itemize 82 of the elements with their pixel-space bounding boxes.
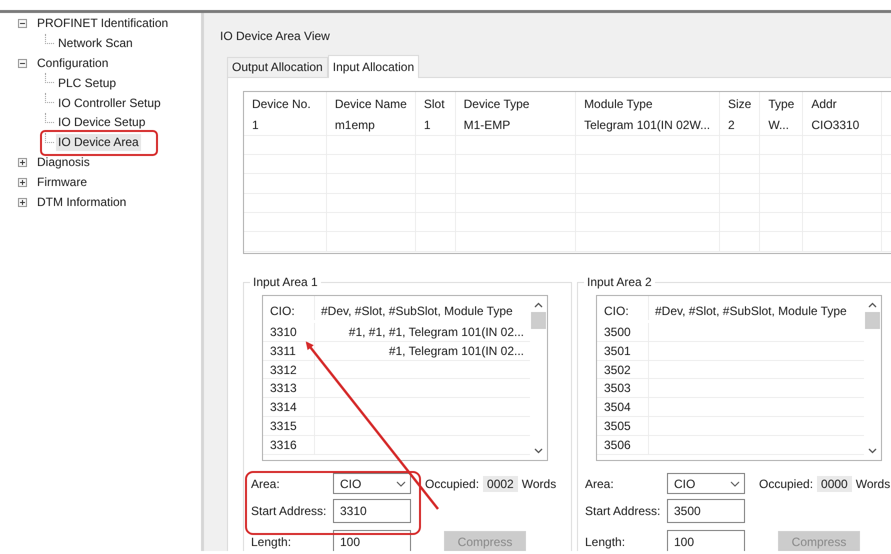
tree-item[interactable]: PROFINET Identification: [35, 15, 170, 32]
view-title: IO Device Area View: [220, 29, 331, 43]
list-cell[interactable]: 3501: [604, 342, 631, 360]
collapse-icon[interactable]: [18, 19, 27, 28]
column-header: CIO:: [270, 303, 295, 320]
tree-item[interactable]: DTM Information: [35, 194, 128, 211]
list-cell[interactable]: 3503: [604, 379, 631, 398]
expand-icon[interactable]: [18, 158, 27, 167]
start-address-field[interactable]: 3500: [667, 499, 745, 523]
expand-icon[interactable]: [18, 178, 27, 187]
tree-item[interactable]: IO Device Area: [56, 134, 141, 152]
field-label: Occupied:: [759, 476, 814, 492]
length-field[interactable]: 100: [667, 530, 745, 551]
tree-item[interactable]: Firmware: [35, 174, 89, 191]
caret-icon[interactable]: [396, 480, 406, 486]
area-dropdown[interactable]: CIO: [667, 473, 745, 494]
tree-item[interactable]: Diagnosis: [35, 154, 92, 171]
list-cell[interactable]: 3313: [270, 379, 297, 398]
column-header[interactable]: Device Type: [464, 97, 530, 111]
field-label: Occupied:: [425, 476, 480, 492]
scroll-thumb[interactable]: [531, 312, 546, 329]
field-label: Length:: [585, 534, 626, 551]
list-cell[interactable]: 3502: [604, 360, 631, 378]
table-cell: 2: [728, 118, 735, 132]
tree-item[interactable]: Network Scan: [56, 35, 135, 52]
column-header[interactable]: Device No.: [252, 97, 311, 111]
column-header: #Dev, #Slot, #SubSlot, Module Type: [320, 303, 514, 320]
occupied-value: 0000: [817, 476, 852, 492]
scroll-down-icon[interactable]: [534, 448, 543, 454]
column-header: #Dev, #Slot, #SubSlot, Module Type: [654, 303, 848, 320]
length-field[interactable]: 100: [333, 530, 411, 551]
tab[interactable]: Output Allocation: [227, 57, 328, 77]
field-label: Start Address:: [251, 503, 328, 520]
list-cell[interactable]: 3312: [270, 360, 297, 378]
group-title: Input Area 1: [252, 275, 319, 289]
table-cell: W...: [768, 118, 789, 132]
column-header[interactable]: Type: [768, 97, 794, 111]
list-cell[interactable]: 3506: [604, 436, 631, 454]
table-cell: 1: [252, 118, 259, 132]
table-cell: 1: [424, 118, 431, 132]
list-cell[interactable]: 3315: [270, 416, 297, 435]
unit-label: Words: [856, 476, 890, 492]
column-header[interactable]: Addr: [811, 97, 837, 111]
scroll-thumb[interactable]: [865, 312, 880, 329]
list-cell[interactable]: #1, Telegram 101(IN 02...: [388, 344, 524, 358]
field-label: Length:: [251, 534, 292, 551]
list-cell[interactable]: 3310: [270, 322, 297, 341]
tree-item[interactable]: IO Controller Setup: [56, 94, 163, 112]
tab[interactable]: Input Allocation: [328, 55, 420, 78]
scroll-up-icon[interactable]: [534, 302, 543, 308]
caret-icon[interactable]: [730, 480, 740, 486]
column-header[interactable]: Device Name: [334, 97, 407, 111]
table-cell: M1-EMP: [464, 118, 510, 132]
column-header[interactable]: Module Type: [584, 97, 653, 111]
collapse-icon[interactable]: [18, 58, 27, 68]
scroll-up-icon[interactable]: [868, 302, 877, 308]
table-cell: CIO3310: [811, 118, 860, 132]
list-cell[interactable]: 3314: [270, 398, 297, 416]
start-address-field[interactable]: 3310: [333, 499, 411, 523]
field-label: Area:: [251, 476, 281, 492]
tree-item[interactable]: Configuration: [35, 54, 110, 72]
column-header[interactable]: Slot: [424, 97, 445, 111]
occupied-value: 0002: [483, 476, 518, 492]
group-title: Input Area 2: [586, 275, 653, 289]
list-cell[interactable]: 3500: [604, 322, 631, 341]
list-cell[interactable]: 3316: [270, 436, 297, 454]
unit-label: Words: [522, 476, 556, 492]
field-label: Start Address:: [585, 503, 662, 520]
area-dropdown[interactable]: CIO: [333, 473, 411, 494]
column-header[interactable]: Size: [728, 97, 752, 111]
column-header: CIO:: [604, 303, 629, 320]
scroll-down-icon[interactable]: [868, 448, 877, 454]
list-cell[interactable]: 3505: [604, 416, 631, 435]
list-cell[interactable]: 3504: [604, 398, 631, 416]
field-label: Area:: [585, 476, 615, 492]
expand-icon[interactable]: [18, 198, 27, 207]
list-cell[interactable]: #1, #1, #1, Telegram 101(IN 02...: [348, 324, 524, 339]
list-cell[interactable]: 3311: [270, 342, 296, 360]
table-cell: Telegram 101(IN 02W...: [584, 118, 710, 132]
tree-item[interactable]: IO Device Setup: [56, 114, 148, 132]
tree-item[interactable]: PLC Setup: [56, 74, 118, 92]
table-cell: m1emp: [334, 118, 375, 132]
